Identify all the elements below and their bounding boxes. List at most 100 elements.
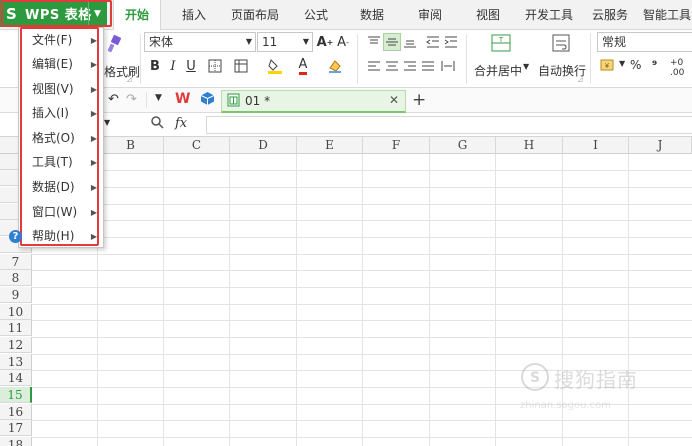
decrease-indent-icon[interactable] bbox=[424, 33, 442, 51]
column-header-d[interactable]: D bbox=[230, 137, 297, 154]
formula-input[interactable] bbox=[206, 116, 692, 134]
column-header-b[interactable]: B bbox=[98, 137, 164, 154]
bold-icon[interactable]: B bbox=[146, 57, 164, 75]
grid-line bbox=[562, 154, 563, 446]
tab-view[interactable]: 视图 bbox=[466, 0, 510, 30]
font-name-select[interactable]: 宋体 ▼ bbox=[144, 32, 256, 52]
row-header-16[interactable]: 16 bbox=[0, 404, 32, 420]
row-header-9[interactable]: 9 bbox=[0, 287, 32, 303]
font-color-icon[interactable]: A bbox=[294, 57, 312, 75]
percent-style-icon[interactable]: % bbox=[630, 58, 641, 72]
group-launcher-icon[interactable]: ◿ bbox=[127, 76, 132, 83]
tab-page-layout[interactable]: 页面布局 bbox=[226, 0, 284, 30]
menu-item-edit[interactable]: 编辑(E) ▶ bbox=[19, 52, 103, 77]
merge-center-label[interactable]: 合并居中 bbox=[474, 62, 522, 79]
ribbon-divider bbox=[357, 34, 358, 84]
column-header-c[interactable]: C bbox=[164, 137, 230, 154]
column-header-i[interactable]: I bbox=[563, 137, 629, 154]
customize-toolbar-icon[interactable]: ▼ bbox=[155, 93, 162, 103]
cell-style-icon[interactable] bbox=[232, 57, 250, 75]
redo-icon[interactable]: ↷ bbox=[126, 92, 137, 107]
currency-format-icon[interactable]: ¥ bbox=[598, 57, 618, 75]
align-left-icon[interactable] bbox=[365, 57, 383, 75]
chevron-down-icon[interactable]: ▼ bbox=[104, 118, 110, 127]
underline-icon[interactable]: U bbox=[182, 57, 200, 75]
toolbar-divider bbox=[146, 92, 147, 108]
tab-insert[interactable]: 插入 bbox=[172, 0, 216, 30]
help-icon[interactable]: ? bbox=[9, 230, 22, 243]
row-header-7[interactable]: 7 bbox=[0, 254, 32, 270]
row-header-12[interactable]: 12 bbox=[0, 337, 32, 353]
cube-icon[interactable] bbox=[200, 91, 215, 109]
row-header-18[interactable]: 18 bbox=[0, 437, 32, 446]
thousands-separator-icon[interactable]: ⁹ bbox=[652, 58, 657, 72]
fill-color-icon[interactable] bbox=[266, 57, 284, 75]
column-header-h[interactable]: H bbox=[496, 137, 563, 154]
menu-item-view[interactable]: 视图(V) ▶ bbox=[19, 77, 103, 102]
menu-item-label: 帮助(H) bbox=[32, 229, 75, 243]
menu-item-data[interactable]: 数据(D) ▶ bbox=[19, 175, 103, 200]
row-header-11[interactable]: 11 bbox=[0, 320, 32, 336]
row-header-17[interactable]: 17 bbox=[0, 420, 32, 436]
tab-review[interactable]: 审阅 bbox=[408, 0, 452, 30]
tab-cloud-services[interactable]: 云服务 bbox=[586, 0, 634, 30]
menu-item-label: 视图(V) bbox=[32, 82, 74, 96]
row-header-15-selected[interactable]: 15 bbox=[0, 387, 32, 403]
increase-font-icon[interactable]: A + bbox=[316, 33, 334, 51]
wps-home-icon[interactable]: W bbox=[175, 91, 190, 107]
increase-indent-icon[interactable] bbox=[442, 33, 460, 51]
chevron-down-icon[interactable]: ▼ bbox=[523, 62, 529, 71]
menu-item-file[interactable]: 文件(F) ▶ bbox=[19, 28, 103, 53]
row-header-8[interactable]: 8 bbox=[0, 270, 32, 286]
menu-item-label: 数据(D) bbox=[32, 180, 75, 194]
document-tab[interactable]: 01 * ✕ bbox=[221, 90, 406, 113]
row-header-10[interactable]: 10 bbox=[0, 304, 32, 320]
tab-home[interactable]: 开始 bbox=[113, 0, 161, 31]
group-launcher-icon[interactable]: ◿ bbox=[578, 76, 583, 83]
row-header-14[interactable]: 14 bbox=[0, 370, 32, 386]
menu-item-insert[interactable]: 插入(I) ▶ bbox=[19, 101, 103, 126]
align-top-icon[interactable] bbox=[365, 33, 383, 51]
zoom-search-icon[interactable] bbox=[150, 115, 164, 133]
new-tab-icon[interactable]: + bbox=[412, 90, 426, 110]
format-painter-label[interactable]: 格式刷 bbox=[104, 63, 140, 80]
column-header-e[interactable]: E bbox=[297, 137, 363, 154]
column-header-f[interactable]: F bbox=[363, 137, 430, 154]
tab-data[interactable]: 数据 bbox=[350, 0, 394, 30]
menu-item-window[interactable]: 窗口(W) ▶ bbox=[19, 200, 103, 225]
clear-format-icon[interactable] bbox=[326, 57, 344, 75]
grid-line bbox=[429, 154, 430, 446]
decrease-font-icon[interactable]: A- bbox=[334, 33, 352, 51]
ribbon-tab-bar: S WPS 表格 ▼ 开始 插入 页面布局 公式 数据 审阅 视图 开发工具 云… bbox=[0, 0, 692, 31]
font-size-select[interactable]: 11 ▼ bbox=[257, 32, 313, 52]
tab-developer[interactable]: 开发工具 bbox=[520, 0, 578, 30]
menu-item-help[interactable]: 帮助(H) ▶ bbox=[19, 224, 103, 249]
wrap-text-icon[interactable] bbox=[550, 32, 572, 54]
align-right-icon[interactable] bbox=[401, 57, 419, 75]
merge-center-icon[interactable]: T bbox=[490, 32, 512, 54]
column-header-j[interactable]: J bbox=[629, 137, 692, 154]
justify-icon[interactable] bbox=[419, 57, 437, 75]
chevron-down-icon[interactable]: ▼ bbox=[88, 0, 106, 27]
increase-decimal-icon[interactable]: +0.00 bbox=[670, 58, 684, 78]
tab-smart-tools[interactable]: 智能工具 bbox=[642, 0, 692, 30]
menu-item-tools[interactable]: 工具(T) ▶ bbox=[19, 150, 103, 175]
align-center-icon[interactable] bbox=[383, 57, 401, 75]
close-icon[interactable]: ✕ bbox=[389, 93, 399, 107]
undo-icon[interactable]: ↶ bbox=[108, 92, 119, 107]
svg-text:T: T bbox=[498, 36, 504, 44]
distributed-align-icon[interactable] bbox=[439, 57, 457, 75]
align-middle-icon[interactable] bbox=[383, 33, 401, 51]
format-painter-icon[interactable] bbox=[104, 34, 124, 54]
align-bottom-icon[interactable] bbox=[401, 33, 419, 51]
borders-icon[interactable] bbox=[206, 57, 224, 75]
chevron-down-icon[interactable]: ▼ bbox=[619, 59, 625, 68]
row-header-13[interactable]: 13 bbox=[0, 354, 32, 370]
wps-app-menu-button[interactable]: S WPS 表格 ▼ bbox=[0, 0, 107, 27]
column-header-g[interactable]: G bbox=[430, 137, 496, 154]
menu-item-format[interactable]: 格式(O) ▶ bbox=[19, 126, 103, 151]
tab-formulas[interactable]: 公式 bbox=[294, 0, 338, 30]
number-format-select[interactable]: 常规 bbox=[597, 32, 692, 52]
italic-icon[interactable]: I bbox=[164, 57, 182, 75]
fx-icon[interactable]: fx bbox=[175, 116, 187, 131]
